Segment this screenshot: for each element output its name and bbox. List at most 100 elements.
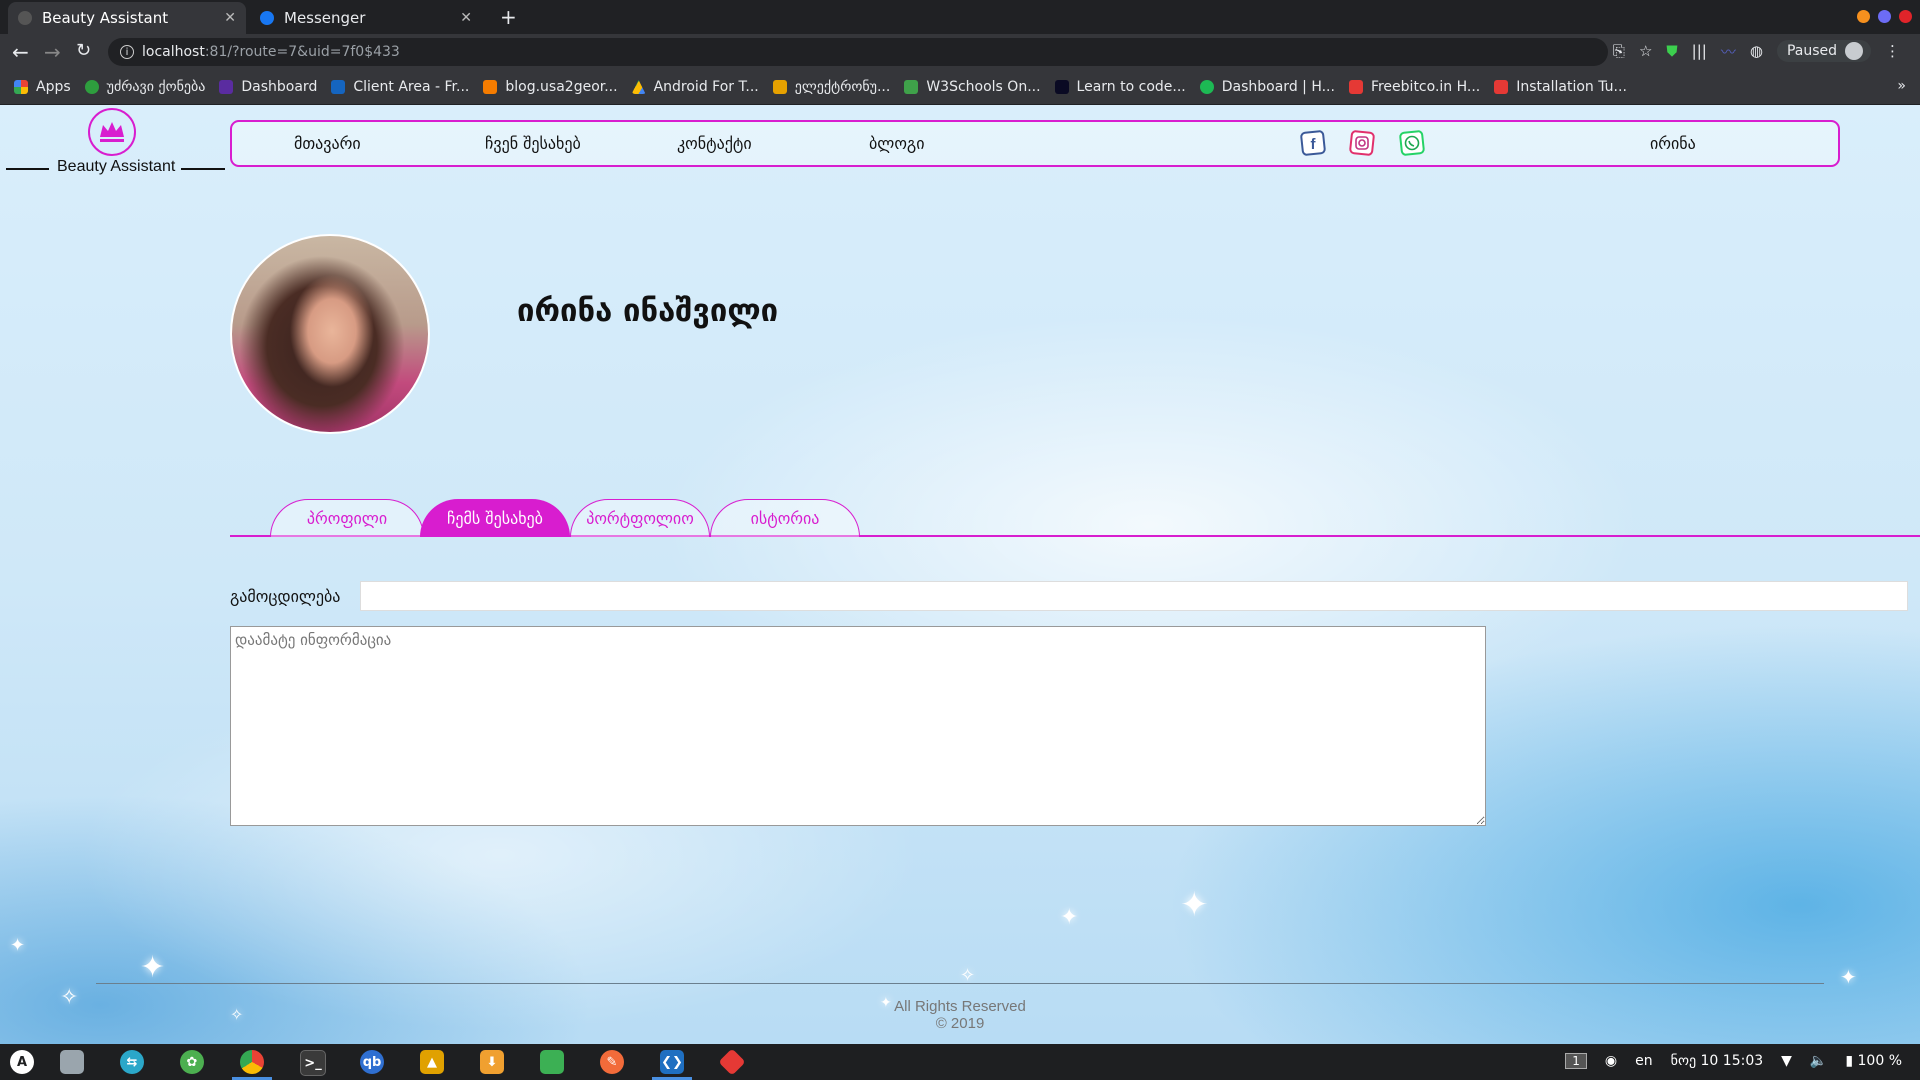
experience-label: გამოცდილება	[230, 587, 341, 606]
system-tray: 1 ◉ en ნოე 10 15:03 ▼ 🔈 ▮ 100 %	[1565, 1053, 1902, 1069]
profile-photo	[230, 234, 430, 434]
git-icon[interactable]	[718, 1048, 746, 1076]
back-arrow-icon[interactable]: ←	[12, 40, 29, 64]
logo-text: Beauty Assistant	[57, 158, 176, 175]
launcher-icon[interactable]: A	[10, 1050, 34, 1074]
bookmark-label: Apps	[36, 79, 71, 95]
close-icon[interactable]: ✕	[224, 10, 236, 26]
drive-icon	[631, 80, 646, 94]
terminal-icon[interactable]: >_	[300, 1050, 326, 1076]
bookmark-blog[interactable]: blog.usa2geor...	[483, 79, 618, 95]
footer-divider	[96, 983, 1824, 984]
window-controls	[1857, 10, 1912, 23]
whatsapp-icon[interactable]	[1398, 129, 1426, 157]
web-page: ✦ ✦ ✦ ✧ ✦ ✦ ✧ ✦ ✧ ✦ ✧ Beauty Assistant მ…	[0, 105, 1920, 1044]
bars-extension-icon[interactable]: |||	[1692, 42, 1707, 60]
bookmark-real-estate[interactable]: უძრავი ქონება	[84, 79, 205, 95]
menu-kebab-icon[interactable]: ⋮	[1885, 42, 1900, 60]
bookmark-client-area[interactable]: Client Area - Fr...	[331, 79, 469, 95]
nav-home[interactable]: მთავარი	[294, 134, 361, 153]
bookmark-dashboard-h[interactable]: Dashboard | H...	[1199, 79, 1335, 95]
qbittorrent-icon[interactable]: qb	[360, 1050, 384, 1074]
clock[interactable]: ნოე 10 15:03	[1671, 1053, 1764, 1069]
close-icon[interactable]: ✕	[460, 10, 472, 26]
volume-icon[interactable]: 🔈	[1810, 1053, 1827, 1069]
wifi-icon[interactable]: ▼	[1781, 1053, 1792, 1069]
bookmark-installation[interactable]: Installation Tu...	[1494, 79, 1627, 95]
bookmark-w3schools[interactable]: W3Schools On...	[904, 79, 1041, 95]
footer-rights: All Rights Reserved	[894, 998, 1026, 1015]
instagram-icon[interactable]	[1348, 129, 1376, 157]
bookmark-electronic[interactable]: ელექტრონუ...	[772, 79, 890, 95]
folder-icon[interactable]	[540, 1050, 564, 1074]
reload-icon[interactable]: ↻	[76, 40, 91, 61]
screenshot-icon[interactable]: ◉	[1605, 1053, 1617, 1069]
keyboard-language[interactable]: en	[1635, 1053, 1653, 1069]
tab-portfolio[interactable]: პორტფოლიო	[570, 499, 710, 537]
info-icon[interactable]: i	[120, 45, 134, 59]
bookmark-android[interactable]: Android For T...	[631, 79, 759, 95]
bookmark-learn-to-code[interactable]: Learn to code...	[1054, 79, 1186, 95]
maximize-button[interactable]	[1878, 10, 1891, 23]
bookmark-freebitco[interactable]: Freebitco.in H...	[1348, 79, 1481, 95]
tab-title: Beauty Assistant	[42, 9, 169, 27]
files-icon[interactable]	[60, 1050, 84, 1074]
bookmark-label: Dashboard	[241, 79, 318, 95]
url-path: :81/?route=7&uid=7f0$433	[204, 44, 400, 60]
browser-tab-beauty-assistant[interactable]: Beauty Assistant ✕	[8, 2, 246, 34]
bookmarks-overflow-icon[interactable]: »	[1897, 78, 1906, 94]
tab-profile[interactable]: პროფილი	[270, 499, 424, 537]
tab-history[interactable]: ისტორია	[710, 499, 860, 537]
translate-icon[interactable]: ⎘	[1613, 42, 1625, 60]
browser-tab-messenger[interactable]: Messenger ✕	[250, 2, 482, 34]
download-icon[interactable]: ⬇	[480, 1050, 504, 1074]
bookmark-label: Installation Tu...	[1516, 79, 1627, 95]
minimize-button[interactable]	[1857, 10, 1870, 23]
site-logo[interactable]: Beauty Assistant	[0, 105, 230, 177]
battery-level: 100 %	[1857, 1053, 1902, 1069]
nav-user[interactable]: ირინა	[1650, 134, 1696, 153]
bookmark-label: W3Schools On...	[926, 79, 1041, 95]
nav-contact[interactable]: კონტაქტი	[677, 134, 752, 153]
bookmark-label: blog.usa2geor...	[505, 79, 618, 95]
nav-about[interactable]: ჩვენ შესახებ	[485, 134, 581, 153]
shield-extension-icon[interactable]: ⛊	[1666, 42, 1677, 60]
bookmark-label: Freebitco.in H...	[1370, 79, 1481, 95]
star-icon[interactable]: ☆	[1639, 42, 1652, 60]
tab-about-me[interactable]: ჩემს შესახებ	[420, 499, 570, 537]
bookmark-favicon-icon	[84, 80, 99, 94]
bookmark-favicon-icon	[331, 80, 346, 94]
workspace-indicator[interactable]: 1	[1565, 1053, 1587, 1069]
footer-year: © 2019	[935, 1015, 985, 1032]
battery-status[interactable]: ▮ 100 %	[1845, 1053, 1902, 1069]
bookmark-dashboard[interactable]: Dashboard	[219, 79, 317, 95]
experience-input[interactable]	[360, 581, 1908, 611]
package-icon[interactable]: ▲	[420, 1050, 444, 1074]
nav-blog[interactable]: ბლოგი	[869, 134, 924, 153]
tweaks-icon[interactable]: ✿	[180, 1050, 204, 1074]
chrome-icon[interactable]	[232, 1050, 272, 1080]
wave-extension-icon[interactable]: 〰	[1721, 41, 1736, 62]
profile-name: ირინა ინაშვილი	[517, 293, 779, 329]
youtube-icon	[1348, 80, 1363, 94]
globe-extension-icon[interactable]: ◍	[1750, 42, 1763, 60]
youtube-icon	[1494, 80, 1509, 94]
forward-arrow-icon[interactable]: →	[44, 40, 61, 64]
bookmark-label: Client Area - Fr...	[353, 79, 470, 95]
new-tab-icon[interactable]: +	[500, 5, 517, 29]
freecodecamp-icon	[1054, 80, 1069, 94]
kde-connect-icon[interactable]: ⇆	[120, 1050, 144, 1074]
bookmark-apps[interactable]: Apps	[14, 79, 71, 95]
sparkle-decoration: ✦	[10, 935, 26, 956]
facebook-icon[interactable]: f	[1299, 129, 1327, 157]
close-window-button[interactable]	[1899, 10, 1912, 23]
postman-icon[interactable]: ✎	[600, 1050, 624, 1074]
vscode-icon[interactable]: ❮❯	[652, 1050, 692, 1080]
toolbar-icons: ⎘ ☆ ⛊ ||| 〰 ◍ Paused ⋮	[1613, 40, 1900, 62]
blogger-icon	[483, 80, 498, 94]
sparkle-decoration: ✦	[1840, 965, 1857, 989]
bookmark-favicon-icon	[1199, 80, 1214, 94]
address-bar[interactable]: i localhost:81/?route=7&uid=7f0$433	[108, 38, 1608, 66]
profile-button[interactable]: Paused	[1776, 40, 1871, 62]
info-textarea[interactable]	[230, 626, 1486, 826]
